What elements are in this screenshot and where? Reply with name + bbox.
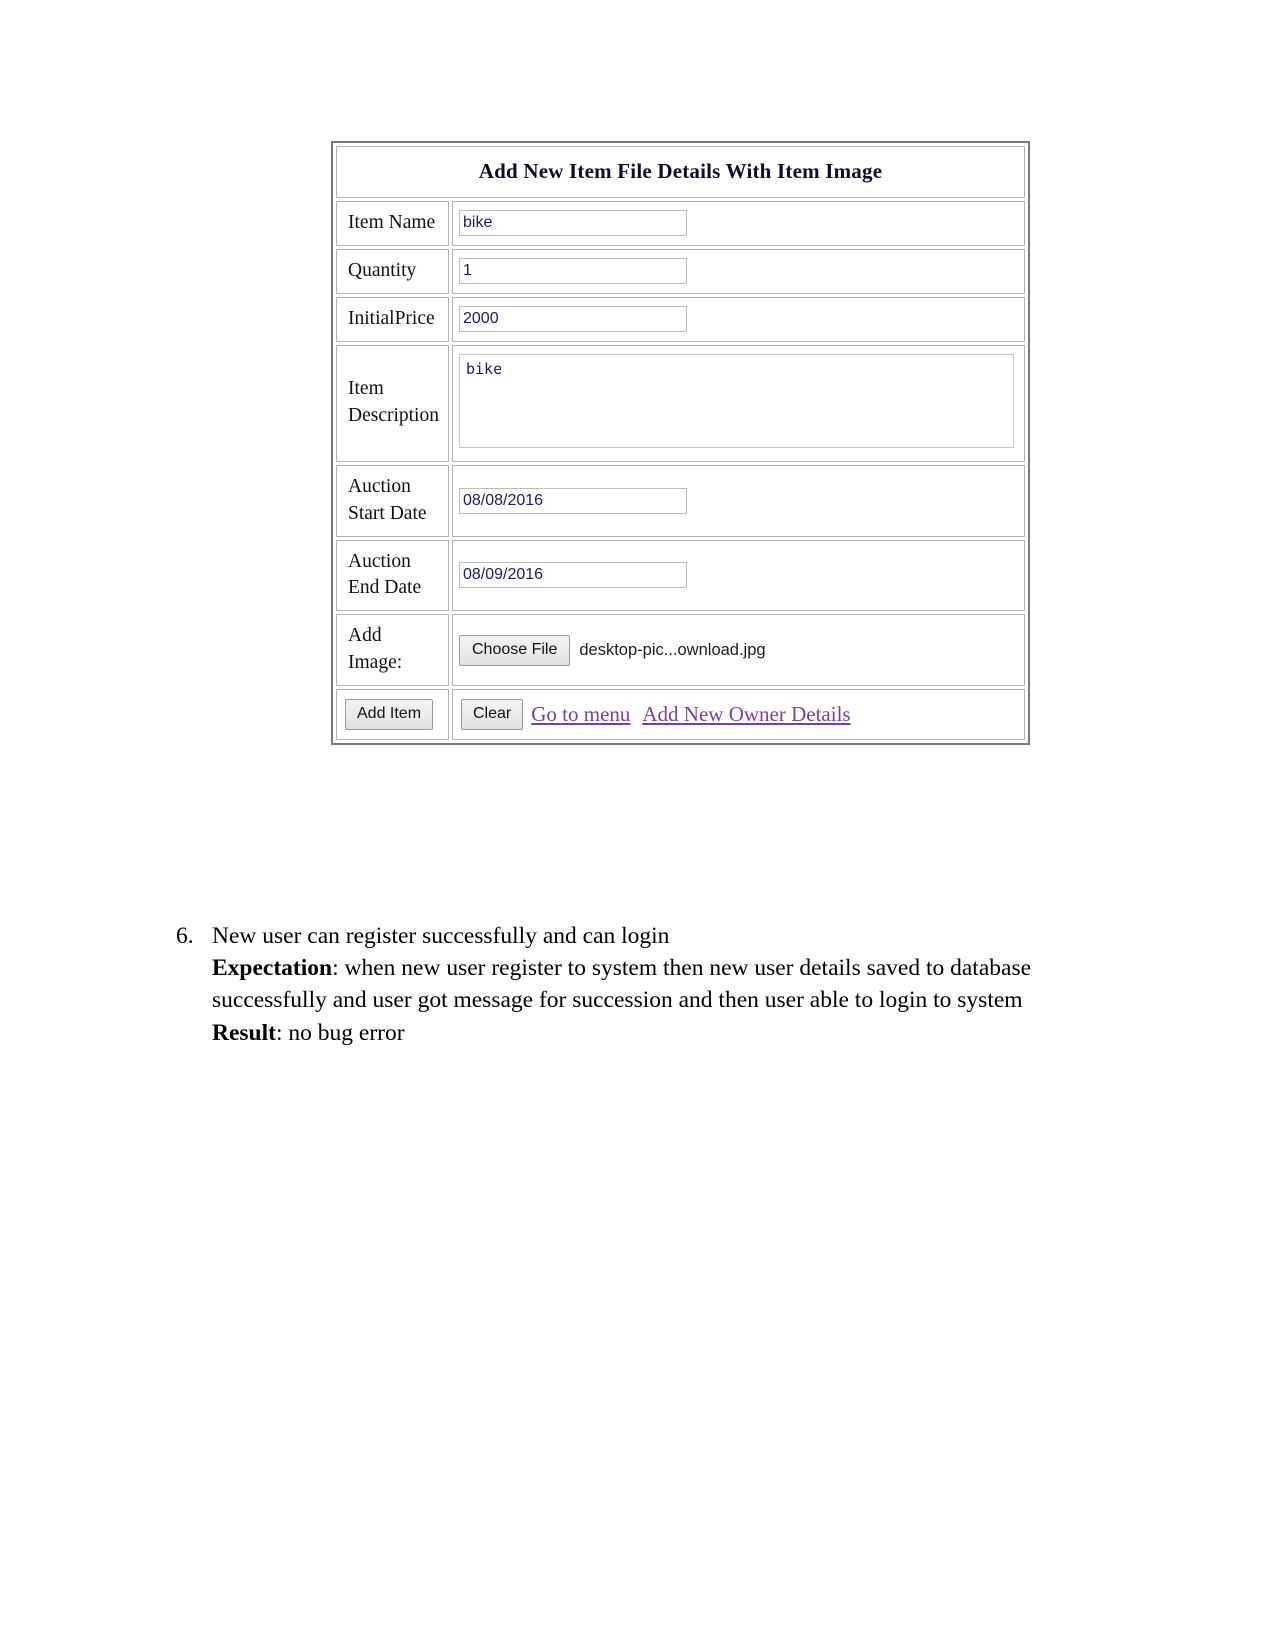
label-item-description-line1: Item xyxy=(348,378,384,400)
list-item-body: New user can register successfully and c… xyxy=(212,920,1076,1049)
cell-secondary-actions: Clear Go to menu Add New Owner Details xyxy=(452,689,1025,740)
go-to-menu-link[interactable]: Go to menu xyxy=(531,703,630,725)
initial-price-input[interactable] xyxy=(459,306,687,333)
item-name-input[interactable] xyxy=(459,210,687,237)
row-item-description: Item Description xyxy=(336,344,1025,462)
auction-start-date-input[interactable] xyxy=(459,487,687,514)
label-quantity: Quantity xyxy=(336,248,449,294)
label-item-name-line1: Item Name xyxy=(348,212,436,233)
add-item-button[interactable]: Add Item xyxy=(345,699,434,730)
label-initial-price: InitialPrice xyxy=(336,296,449,342)
label-add-image-line2: Image: xyxy=(348,652,403,674)
add-item-form-screenshot: Add New Item File Details With Item Imag… xyxy=(331,141,1030,745)
quantity-input[interactable] xyxy=(459,258,687,285)
row-actions: Add Item Clear Go to menu Add New Owner … xyxy=(336,689,1025,740)
expectation-paragraph: Expectation: when new user register to s… xyxy=(212,952,1076,1016)
row-quantity: Quantity xyxy=(336,248,1025,294)
choose-file-button[interactable]: Choose File xyxy=(459,634,571,666)
form-title-row: Add New Item File Details With Item Imag… xyxy=(336,146,1025,198)
result-paragraph: Result: no bug error xyxy=(212,1017,1076,1049)
add-new-owner-details-link[interactable]: Add New Owner Details xyxy=(642,703,850,725)
label-add-image-line1: Add xyxy=(348,625,382,647)
cell-add-image: Choose File desktop-pic...ownload.jpg xyxy=(452,614,1025,687)
row-auction-start-date: Auction Start Date xyxy=(336,464,1025,537)
row-item-name: Item Name xyxy=(336,201,1025,246)
cell-auction-start-date xyxy=(452,464,1025,537)
row-add-image: Add Image: Choose File desktop-pic...own… xyxy=(336,614,1025,687)
document-text-block: 6. New user can register successfully an… xyxy=(176,920,1076,1049)
add-item-form-table: Add New Item File Details With Item Imag… xyxy=(333,143,1028,743)
file-upload-control: Choose File desktop-pic...ownload.jpg xyxy=(459,634,1014,666)
label-add-image: Add Image: xyxy=(336,614,449,687)
cell-item-name xyxy=(452,201,1025,246)
cell-add-item: Add Item xyxy=(336,689,449,740)
result-text: : no bug error xyxy=(275,1019,405,1046)
label-quantity-line1: Quantity xyxy=(348,259,417,281)
row-auction-end-date: Auction End Date xyxy=(336,539,1025,612)
label-auction-end-date: Auction End Date xyxy=(336,539,449,612)
cell-initial-price xyxy=(452,296,1025,342)
item-description-textarea[interactable] xyxy=(459,353,1014,448)
selected-file-name: desktop-pic...ownload.jpg xyxy=(579,640,766,659)
secondary-actions: Clear Go to menu Add New Owner Details xyxy=(461,699,1016,730)
expectation-label: Expectation xyxy=(212,955,333,982)
cell-item-description xyxy=(452,344,1025,462)
list-item-title: New user can register successfully and c… xyxy=(212,923,670,949)
label-initial-price-line1: InitialPrice xyxy=(348,307,435,329)
label-auction-end-date-line1: Auction xyxy=(348,550,411,572)
label-item-description: Item Description xyxy=(336,344,449,462)
list-item: 6. New user can register successfully an… xyxy=(176,920,1076,1049)
expectation-text: : when new user register to system then … xyxy=(212,955,1032,1014)
form-title: Add New Item File Details With Item Imag… xyxy=(336,146,1025,198)
list-item-number: 6. xyxy=(176,923,194,949)
cell-quantity xyxy=(452,248,1025,294)
clear-button[interactable]: Clear xyxy=(461,699,524,730)
row-initial-price: InitialPrice xyxy=(336,296,1025,342)
label-item-description-line2: Description xyxy=(348,405,439,427)
result-label: Result xyxy=(212,1019,276,1046)
auction-end-date-input[interactable] xyxy=(459,562,687,589)
label-auction-start-date: Auction Start Date xyxy=(336,464,449,537)
cell-auction-end-date xyxy=(452,539,1025,612)
label-auction-start-date-line2: Start Date xyxy=(348,502,427,524)
label-auction-end-date-line2: End Date xyxy=(348,577,422,599)
label-item-name: Item Name xyxy=(336,201,449,246)
label-auction-start-date-line1: Auction xyxy=(348,475,411,497)
